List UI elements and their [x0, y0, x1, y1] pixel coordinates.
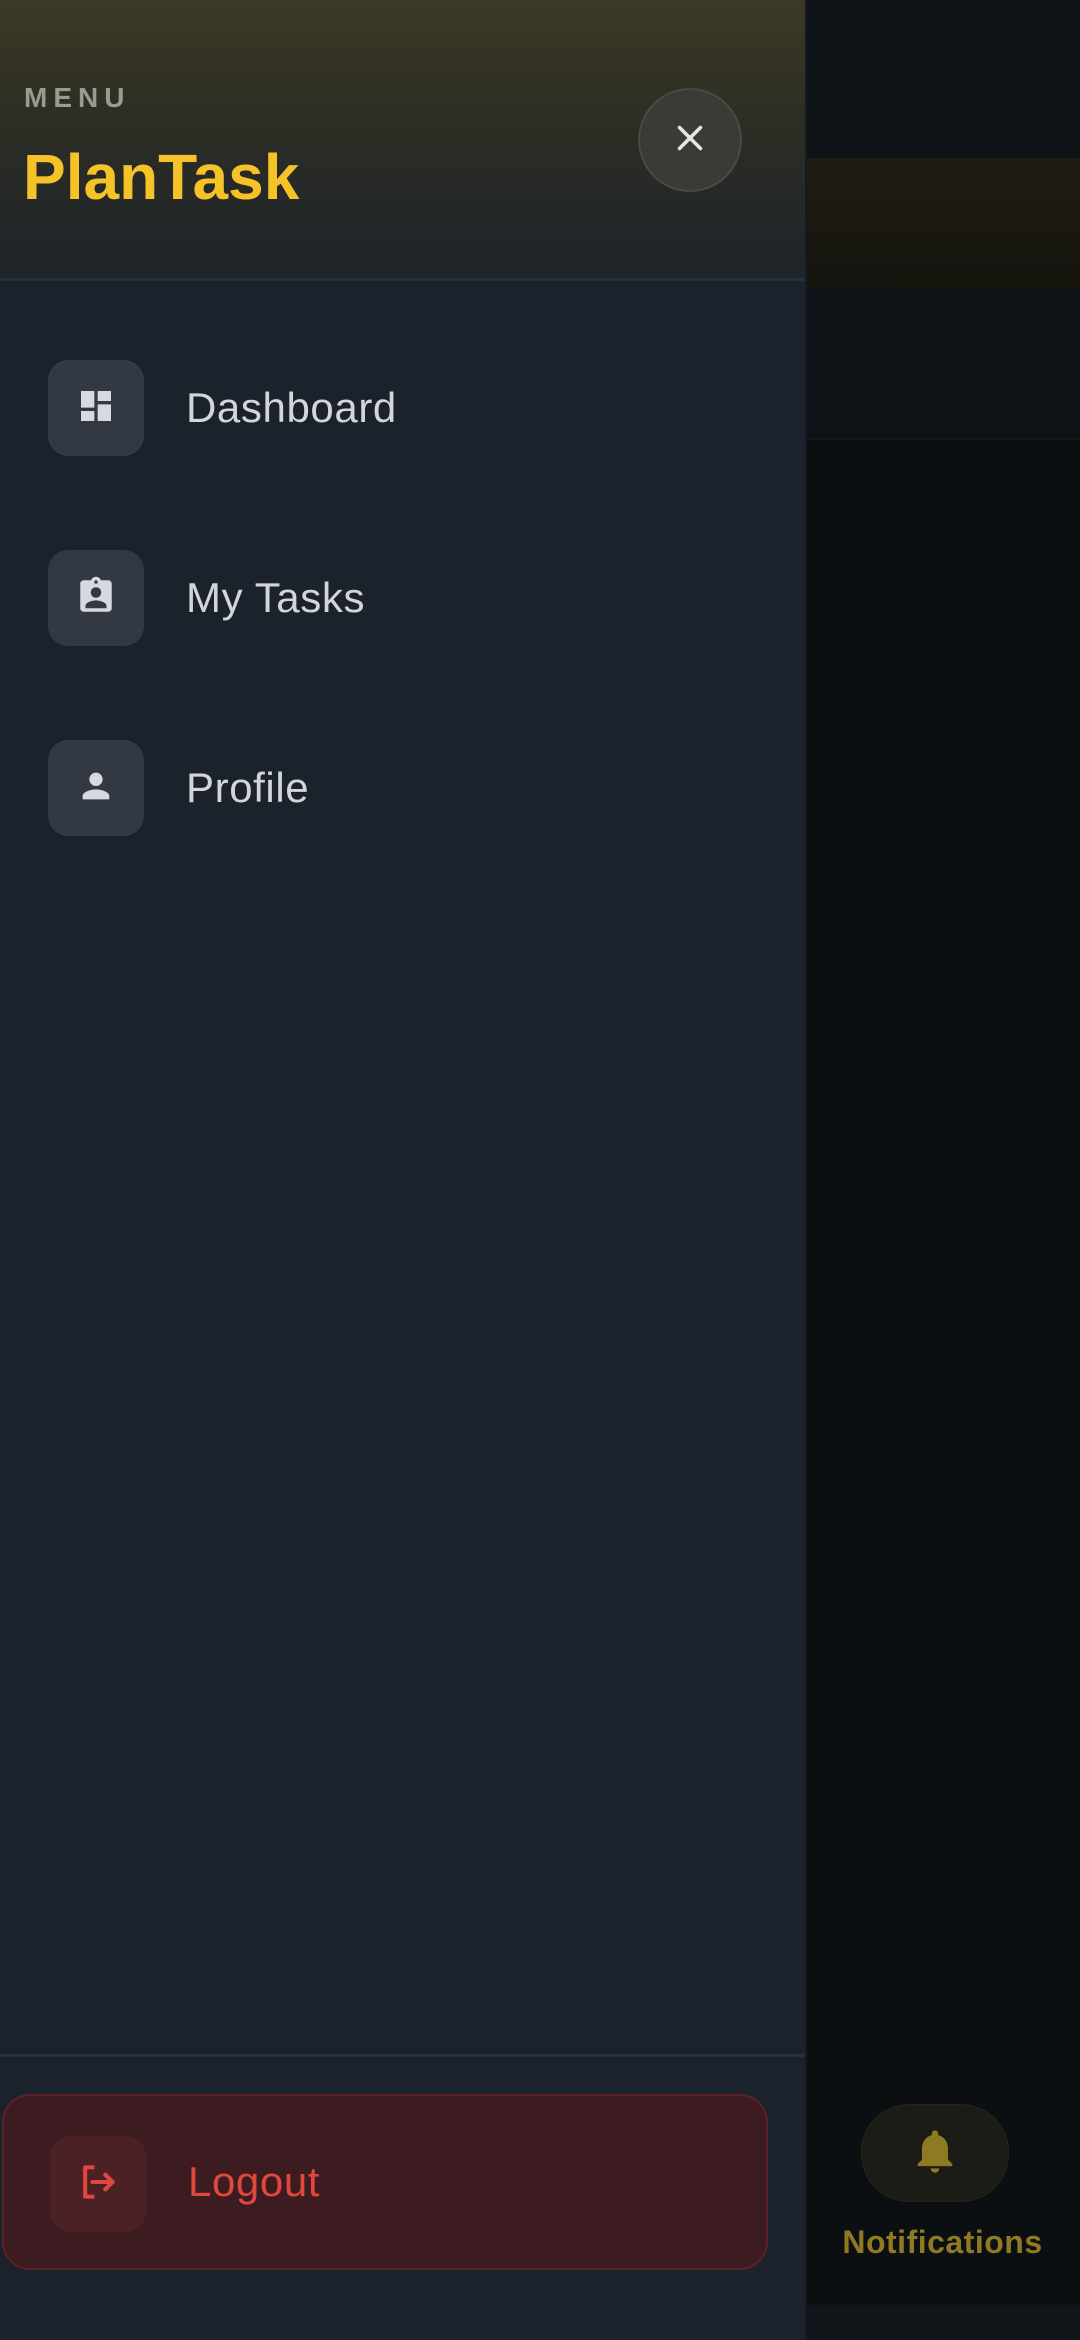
- navigation-drawer: MENU PlanTask Dashboard My Tasks Profile…: [0, 0, 807, 2340]
- nav-item-label: Profile: [186, 764, 310, 811]
- dashboard-icon: [76, 386, 116, 431]
- app-title: PlanTask: [23, 141, 300, 213]
- menu-caption: MENU: [24, 82, 131, 113]
- background-header-card: [805, 158, 1080, 288]
- logout-button[interactable]: Logout: [2, 2094, 768, 2270]
- nav-icon-tile: [48, 550, 144, 646]
- close-drawer-button[interactable]: [638, 88, 742, 192]
- close-icon: [672, 120, 708, 161]
- drawer-footer-divider: [0, 2054, 805, 2057]
- assignment-icon: [75, 575, 117, 622]
- nav-item-my-tasks[interactable]: My Tasks: [48, 548, 748, 648]
- nav-item-dashboard[interactable]: Dashboard: [48, 358, 748, 458]
- logout-icon: [76, 2160, 120, 2209]
- background-section: [805, 288, 1080, 440]
- bottom-nav-notifications[interactable]: Notifications: [805, 2090, 1080, 2290]
- background-bottom-strip: [805, 2305, 1080, 2340]
- notifications-label: Notifications: [842, 2224, 1043, 2260]
- nav-item-label: My Tasks: [186, 574, 366, 621]
- logout-label: Logout: [188, 2158, 321, 2205]
- nav-icon-tile: [48, 360, 144, 456]
- nav-item-profile[interactable]: Profile: [48, 738, 748, 838]
- person-icon: [76, 766, 116, 811]
- nav-item-label: Dashboard: [186, 384, 397, 431]
- notifications-pill: [861, 2104, 1009, 2202]
- background-app-bar: [805, 0, 1080, 158]
- drawer-header: MENU PlanTask: [0, 0, 805, 281]
- bell-icon: [909, 2123, 961, 2184]
- nav-icon-tile: [48, 740, 144, 836]
- logout-icon-tile: [50, 2136, 146, 2232]
